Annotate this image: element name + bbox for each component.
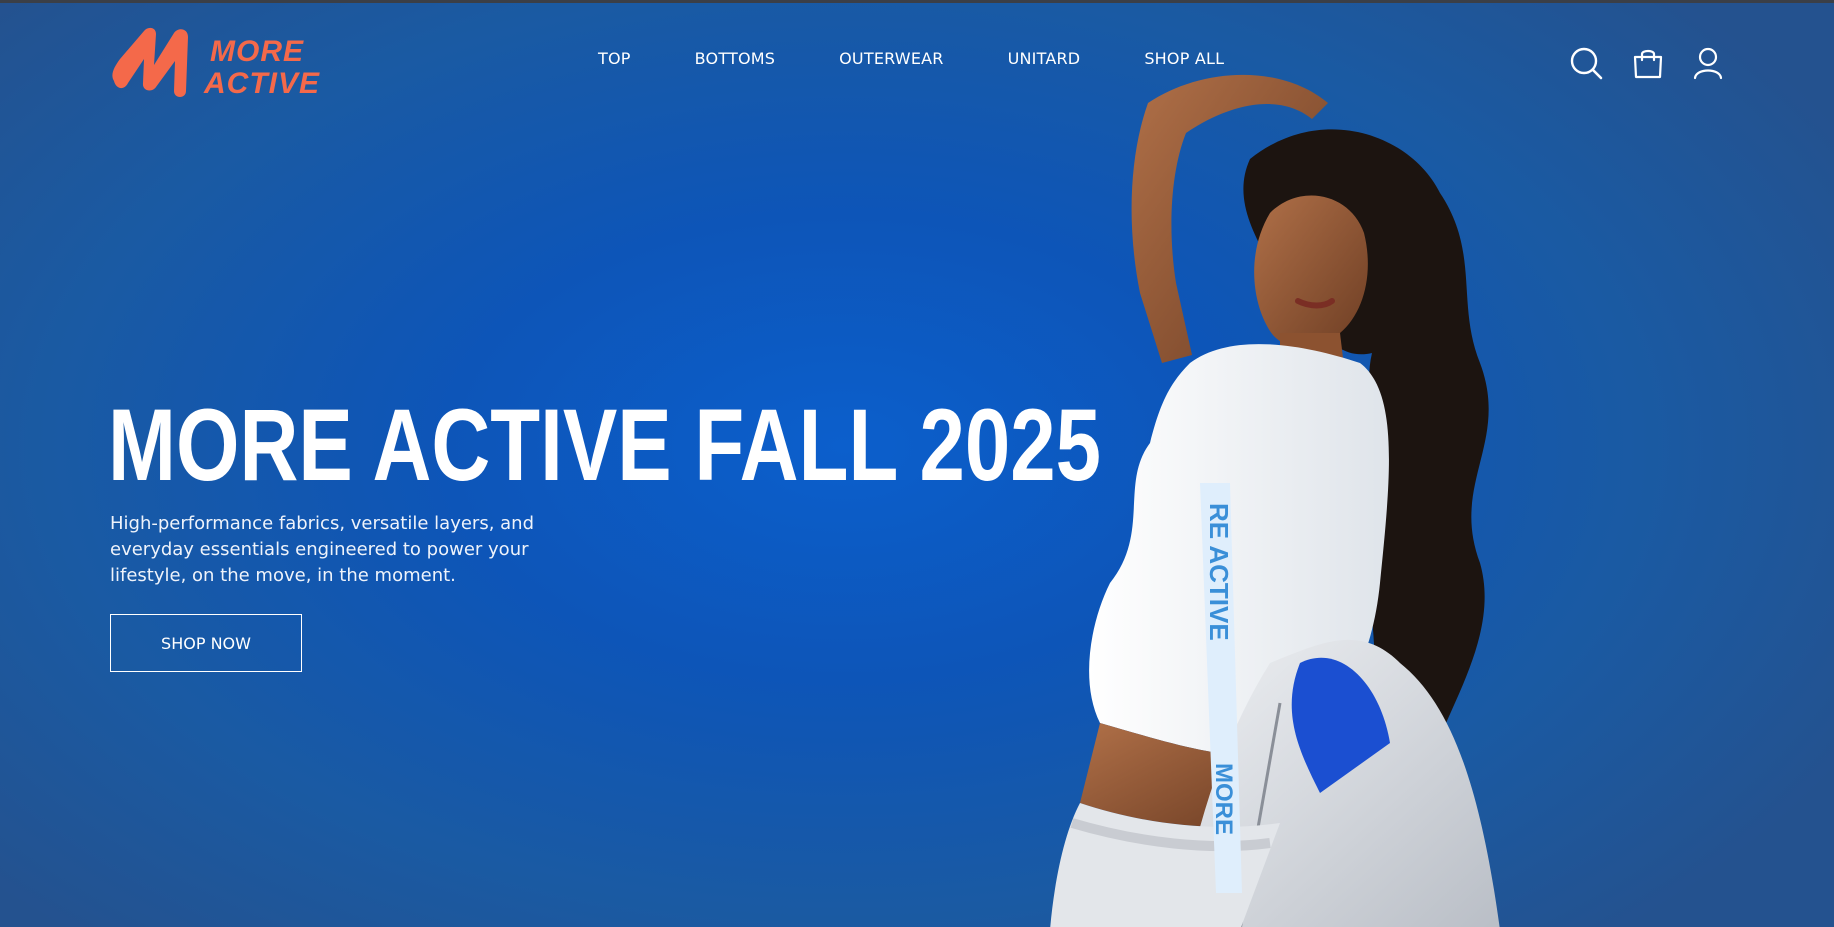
shop-now-button[interactable]: SHOP NOW [110, 614, 302, 672]
logo-text-active: ACTIVE [203, 67, 320, 100]
hero-title: MORE ACTIVE FALL 2025 [108, 388, 1102, 502]
strap-text-1: RE ACTIVE [1204, 503, 1234, 641]
brand-logo[interactable]: MORE ACTIVE [108, 25, 324, 101]
strap-text-2: MORE [1210, 763, 1237, 835]
nav-item-bottoms[interactable]: BOTTOMS [695, 49, 776, 68]
page: MORE ACTIVE TOP BOTTOMS OUTERWEAR UNITAR… [0, 0, 1834, 927]
nav-item-outerwear[interactable]: OUTERWEAR [839, 49, 943, 68]
hero-subtitle: High-performance fabrics, versatile laye… [110, 513, 535, 586]
logo-text-more: MORE [210, 35, 304, 68]
nav-item-top[interactable]: TOP [598, 49, 631, 68]
